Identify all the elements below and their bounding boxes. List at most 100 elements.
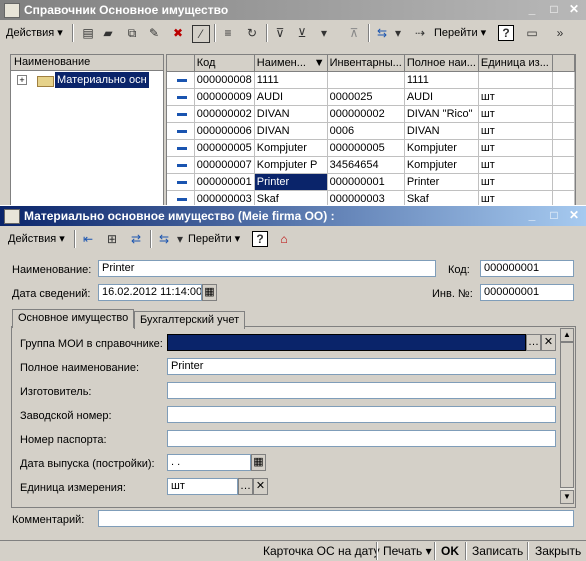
table-cell[interactable]: Printer	[404, 173, 479, 191]
inv-input[interactable]: 000000001	[480, 284, 574, 301]
calendar-icon[interactable]: ▦	[202, 284, 217, 301]
table-cell[interactable]: Kompjuter	[404, 156, 479, 174]
table-cell[interactable]: 0000025	[327, 88, 405, 106]
filter-icon[interactable]: ⊽	[272, 25, 288, 41]
transfer-dropdown-icon[interactable]: ▾	[172, 231, 188, 247]
clear-button[interactable]: ✕	[541, 334, 556, 351]
home-icon[interactable]: ⌂	[276, 231, 292, 247]
calendar-icon[interactable]: ▦	[251, 454, 266, 471]
column-header[interactable]: Инвентарны...	[327, 55, 405, 72]
table-cell[interactable]: шт	[478, 156, 553, 174]
table-cell[interactable]: шт	[478, 173, 553, 191]
list-window-titlebar[interactable]: Справочник Основное имущество _ □ ✕	[0, 0, 586, 20]
table-cell[interactable]: DIVAN	[254, 122, 328, 140]
actions-menu[interactable]: Действия ▾	[8, 232, 65, 245]
comment-input[interactable]	[98, 510, 574, 527]
delete-icon[interactable]: ✖	[170, 25, 186, 41]
exchange-icon[interactable]: ⇄	[128, 231, 144, 247]
table-cell[interactable]	[478, 71, 553, 89]
column-header[interactable]: Единица из...	[478, 55, 553, 72]
table-cell[interactable]: Kompjuter P	[254, 156, 328, 174]
table-cell[interactable]: 000000002	[194, 105, 255, 123]
add-icon[interactable]: ▤	[80, 25, 96, 41]
table-cell[interactable]: AUDI	[404, 88, 479, 106]
code-input[interactable]: 000000001	[480, 260, 574, 277]
table-cell[interactable]: 000000001	[194, 173, 255, 191]
clear-button[interactable]: ✕	[253, 478, 268, 495]
edit-icon[interactable]: ✎	[146, 25, 162, 41]
column-header[interactable]: Наимен... ▼	[254, 55, 328, 72]
close-button[interactable]: Закрыть	[535, 544, 581, 558]
card-button[interactable]: Карточка ОС на дату	[263, 544, 380, 558]
transfer-icon[interactable]: ⇆	[374, 25, 390, 41]
goto-menu[interactable]: Перейти ▾	[434, 26, 486, 39]
transfer-dropdown-icon[interactable]: ▾	[390, 25, 406, 41]
release-date-input[interactable]: . .	[167, 454, 251, 471]
table-cell[interactable]: шт	[478, 139, 553, 157]
group-tree[interactable]: Наименование + Материально осн	[10, 54, 164, 206]
select-button[interactable]: …	[526, 334, 541, 351]
print-icon[interactable]: ▭	[524, 25, 540, 41]
table-cell[interactable]: Skaf	[404, 190, 479, 205]
maximize-icon[interactable]: □	[546, 2, 562, 18]
table-cell[interactable]: Kompjuter	[254, 139, 328, 157]
table-row-selected[interactable]: 000000001 Printer 000000001 Printer шт	[167, 173, 575, 191]
table-cell[interactable]: 34564654	[327, 156, 405, 174]
close-icon[interactable]: ✕	[566, 2, 582, 18]
name-input[interactable]: Printer	[98, 260, 436, 277]
filter-dropdown-icon[interactable]: ▾	[316, 25, 332, 41]
table-row[interactable]: 000000007 Kompjuter P 34564654 Kompjuter…	[167, 156, 575, 174]
expand-icon[interactable]: +	[17, 75, 27, 85]
table-cell[interactable]: шт	[478, 88, 553, 106]
tree-item[interactable]: + Материально осн	[15, 72, 161, 88]
minimize-icon[interactable]: _	[524, 208, 540, 224]
table-cell[interactable]: 000000003	[327, 190, 405, 205]
scroll-up-icon[interactable]: ▲	[560, 328, 574, 342]
table-cell[interactable]: 000000007	[194, 156, 255, 174]
save-button[interactable]: Записать	[472, 544, 523, 558]
more-icon[interactable]: »	[552, 25, 568, 41]
table-row[interactable]: 000000003 Skaf 000000003 Skaf шт	[167, 190, 575, 205]
unit-input[interactable]: шт	[167, 478, 238, 495]
table-cell[interactable]: 000000009	[194, 88, 255, 106]
table-cell[interactable]: 1111	[254, 71, 328, 89]
column-header[interactable]: Код	[194, 55, 255, 72]
maximize-icon[interactable]: □	[546, 208, 562, 224]
mark-delete-icon[interactable]: ⁄	[192, 25, 210, 43]
table-cell[interactable]: 1111	[404, 71, 479, 89]
add-folder-icon[interactable]: ▰	[100, 25, 116, 41]
table-cell[interactable]: шт	[478, 105, 553, 123]
passport-input[interactable]	[167, 430, 556, 447]
refresh-icon[interactable]: ↻	[244, 25, 260, 41]
table-cell[interactable]: DIVAN	[254, 105, 328, 123]
minimize-icon[interactable]: _	[524, 2, 540, 18]
table-cell[interactable]: 000000008	[194, 71, 255, 89]
date-input[interactable]: 16.02.2012 11:14:00	[98, 284, 202, 301]
table-cell[interactable]: 000000005	[327, 139, 405, 157]
filter-list-icon[interactable]: ⊻	[294, 25, 310, 41]
form-titlebar[interactable]: Материально основное имущество (Meie fir…	[0, 206, 586, 226]
table-cell[interactable]: Skaf	[254, 190, 328, 205]
hierarchy-icon[interactable]: ≡	[220, 25, 236, 41]
table-cell-selected[interactable]: Printer	[254, 173, 328, 191]
scroll-down-icon[interactable]: ▼	[560, 490, 574, 504]
table-cell[interactable]: шт	[478, 190, 553, 205]
form-scrollbar[interactable]: ▲ ▼	[560, 328, 574, 504]
help-button[interactable]: ?	[252, 231, 268, 247]
table-cell[interactable]: 000000002	[327, 105, 405, 123]
table-row[interactable]: 000000006 DIVAN 0006 DIVAN шт	[167, 122, 575, 140]
help-button[interactable]: ?	[498, 25, 514, 41]
back-icon[interactable]: ⇤	[80, 231, 96, 247]
clear-filter-icon[interactable]: ⊼	[346, 25, 362, 41]
table-cell[interactable]: DIVAN "Rico"	[404, 105, 479, 123]
group-input[interactable]	[167, 334, 526, 351]
fullname-input[interactable]: Printer	[167, 358, 556, 375]
table-cell[interactable]: 000000006	[194, 122, 255, 140]
goto-menu[interactable]: Перейти ▾	[188, 232, 240, 245]
table-row[interactable]: 000000009 AUDI 0000025 AUDI шт	[167, 88, 575, 106]
tab-main[interactable]: Основное имущество	[12, 309, 135, 328]
items-table[interactable]: Код Наимен... ▼ Инвентарны... Полное наи.…	[166, 54, 576, 206]
table-row[interactable]: 000000002 DIVAN 000000002 DIVAN "Rico" ш…	[167, 105, 575, 123]
table-cell[interactable]: 0006	[327, 122, 405, 140]
select-button[interactable]: …	[238, 478, 253, 495]
